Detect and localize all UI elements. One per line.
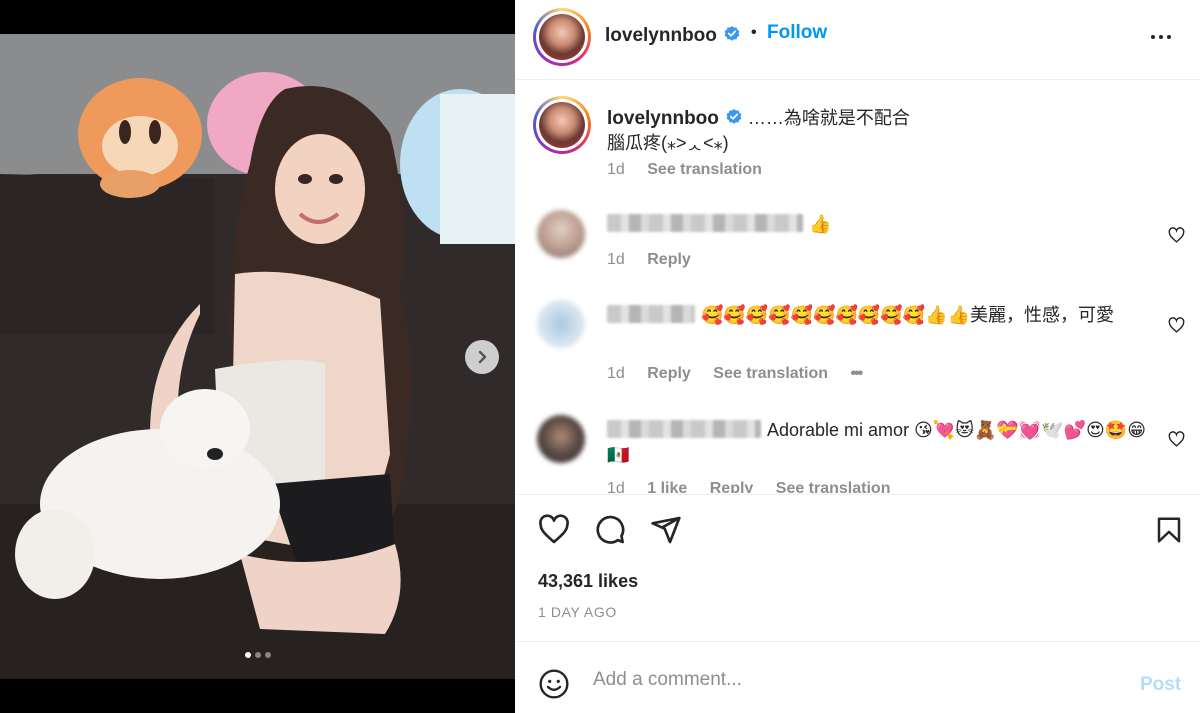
- see-translation-button[interactable]: See translation: [647, 161, 762, 178]
- caption-time: 1d: [607, 161, 625, 178]
- comment-text: Adorable mi amor 😘💘😻🧸💝💓🕊️💕😍🤩😁🇲🇽: [607, 420, 1147, 465]
- comment-icon[interactable]: [594, 514, 626, 546]
- caption-line1: ……為啥就是不配合: [747, 108, 910, 128]
- comment-meta: 1d 1 like Reply See translation: [607, 480, 890, 493]
- comment-time: 1d: [607, 365, 625, 382]
- comment-time: 1d: [607, 480, 625, 493]
- post-photo[interactable]: [0, 34, 515, 679]
- commenter-avatar[interactable]: [537, 415, 585, 463]
- comments-list[interactable]: lovelynnboo ……為啥就是不配合 腦瓜疼(⁎˃ᆺ˂⁎) 1d See …: [515, 81, 1200, 493]
- carousel-next-button[interactable]: [465, 340, 499, 374]
- commenter-avatar[interactable]: [537, 300, 585, 348]
- bookmark-icon[interactable]: [1154, 514, 1184, 546]
- likes-count-button[interactable]: 1 like: [647, 480, 687, 493]
- post-media: [0, 0, 515, 713]
- author-username[interactable]: lovelynnboo: [605, 25, 741, 47]
- reply-button[interactable]: Reply: [710, 480, 754, 493]
- share-icon[interactable]: [650, 514, 682, 546]
- caption-meta: 1d See translation: [607, 161, 762, 179]
- comment-composer: Post: [515, 641, 1200, 713]
- caption-username[interactable]: lovelynnboo: [607, 108, 743, 129]
- commenter-avatar[interactable]: [537, 210, 585, 258]
- header-separator: •: [751, 24, 757, 41]
- photo-illustration: [0, 34, 515, 679]
- more-options-icon[interactable]: [1149, 25, 1173, 49]
- commenter-username-blurred[interactable]: [607, 420, 761, 438]
- reply-button[interactable]: Reply: [647, 251, 691, 268]
- heart-icon[interactable]: [1168, 227, 1185, 244]
- heart-icon[interactable]: [1168, 317, 1185, 334]
- post-header: lovelynnboo • Follow: [515, 0, 1200, 80]
- verified-badge-icon: [724, 26, 740, 41]
- caption-text: lovelynnboo ……為啥就是不配合 腦瓜疼(⁎˃ᆺ˂⁎): [607, 106, 1127, 156]
- post-comment-button[interactable]: Post: [1140, 674, 1181, 696]
- comment-meta: 1d Reply See translation •••: [607, 365, 863, 383]
- verified-badge-icon: [726, 109, 742, 124]
- see-translation-button[interactable]: See translation: [713, 365, 828, 382]
- chevron-right-icon: [478, 350, 487, 364]
- emoji-icon[interactable]: [538, 668, 570, 700]
- comment-text: 👍: [607, 212, 1147, 237]
- carousel-dot: [254, 652, 261, 658]
- see-translation-button[interactable]: See translation: [776, 480, 891, 493]
- heart-icon[interactable]: [1168, 431, 1185, 448]
- carousel-indicator: [0, 652, 515, 658]
- caption-line2: 腦瓜疼(⁎˃ᆺ˂⁎): [607, 133, 729, 153]
- username-text[interactable]: lovelynnboo: [605, 25, 717, 46]
- commenter-username-blurred[interactable]: [607, 305, 695, 323]
- follow-button[interactable]: Follow: [767, 22, 827, 44]
- carousel-dot: [244, 652, 251, 658]
- reply-button[interactable]: Reply: [647, 365, 691, 382]
- actions-divider: [515, 494, 1200, 495]
- post-timestamp[interactable]: 1 DAY AGO: [538, 604, 617, 620]
- comment-text: 🥰🥰🥰🥰🥰🥰🥰🥰🥰🥰👍👍美麗，性感，可愛: [607, 303, 1147, 328]
- like-heart-icon[interactable]: [538, 514, 570, 546]
- comment-input[interactable]: [593, 664, 1113, 696]
- likes-count[interactable]: 43,361 likes: [538, 571, 638, 592]
- comment-options-button[interactable]: •••: [850, 365, 863, 382]
- commenter-username-blurred[interactable]: [607, 214, 803, 232]
- author-avatar[interactable]: [533, 8, 591, 66]
- post-sidebar: lovelynnboo • Follow lovelynnboo ……為啥就是不…: [515, 0, 1200, 713]
- comment-time: 1d: [607, 251, 625, 268]
- caption-avatar[interactable]: [533, 96, 591, 154]
- carousel-dot: [264, 652, 271, 658]
- comment-meta: 1d Reply: [607, 251, 691, 269]
